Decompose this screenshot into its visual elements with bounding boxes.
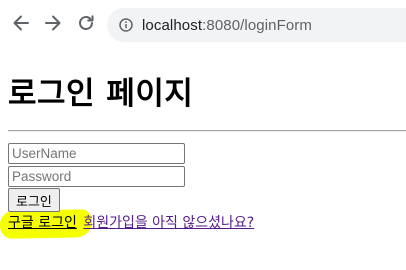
info-icon[interactable] [119, 18, 133, 32]
arrow-left-icon [11, 13, 31, 37]
password-input[interactable] [8, 166, 185, 187]
username-input[interactable] [8, 143, 185, 164]
reload-icon [76, 13, 96, 37]
signup-link[interactable]: 회원가입을 아직 않으셨나요? [83, 215, 254, 231]
address-bar[interactable]: localhost :8080/loginForm [107, 8, 406, 42]
page-content: 로그인 페이지 로그인 구글 로그인 회원가입을 아직 않으셨나요? [0, 50, 406, 270]
url-host: localhost [142, 16, 203, 34]
arrow-right-icon [43, 13, 63, 37]
google-login-link[interactable]: 구글 로그인 [8, 215, 77, 231]
login-button[interactable]: 로그인 [8, 188, 60, 212]
page-title: 로그인 페이지 [8, 76, 194, 112]
reload-button[interactable] [73, 10, 99, 40]
browser-toolbar: localhost :8080/loginForm [0, 0, 406, 50]
back-button[interactable] [8, 10, 34, 40]
horizontal-rule [8, 130, 406, 132]
links-row: 구글 로그인 회원가입을 아직 않으셨나요? [8, 212, 254, 234]
forward-button[interactable] [40, 10, 66, 40]
url-path: :8080/loginForm [202, 16, 313, 34]
